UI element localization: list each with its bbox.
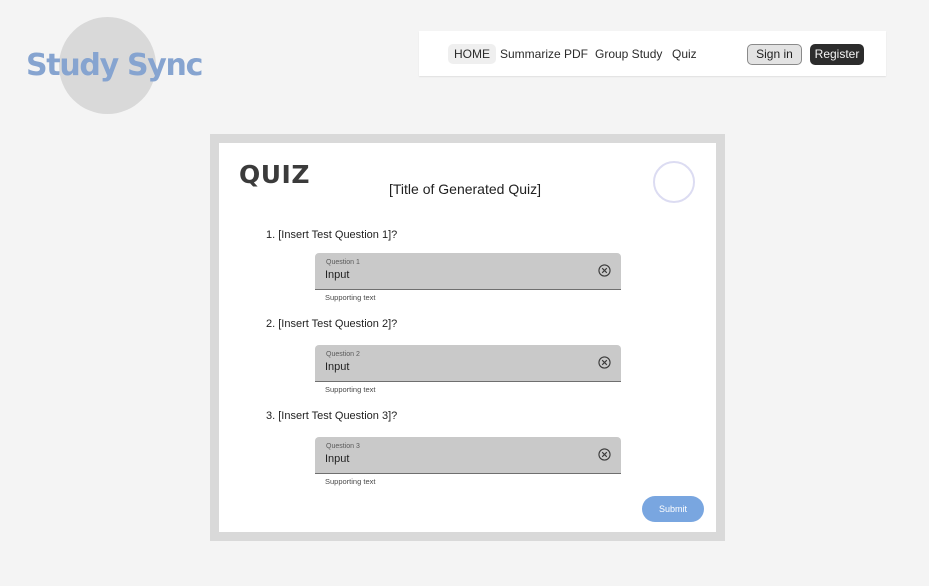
logo-text: Study Sync [26, 48, 203, 83]
question-3-field[interactable]: Question 3 [315, 437, 621, 474]
top-navbar: HOME Summarize PDF Group Study Quiz Sign… [419, 31, 886, 76]
close-circle-icon[interactable] [598, 448, 611, 461]
question-2-input[interactable] [325, 361, 585, 373]
close-circle-icon[interactable] [598, 356, 611, 369]
quiz-frame: QUIZ [Title of Generated Quiz] 1. [Inser… [210, 134, 725, 541]
submit-button[interactable]: Submit [642, 496, 704, 522]
question-1-field[interactable]: Question 1 [315, 253, 621, 290]
question-1-input[interactable] [325, 269, 585, 281]
question-1-supporting-text: Supporting text [325, 293, 376, 302]
nav-summarize-pdf[interactable]: Summarize PDF [500, 44, 588, 64]
question-2-field-label: Question 2 [326, 351, 360, 358]
question-3-text: 3. [Insert Test Question 3]? [266, 410, 398, 422]
question-2-field[interactable]: Question 2 [315, 345, 621, 382]
quiz-heading: QUIZ [239, 160, 310, 189]
logo[interactable]: Study Sync [26, 17, 203, 117]
question-2-text: 2. [Insert Test Question 2]? [266, 318, 398, 330]
nav-group-study[interactable]: Group Study [595, 44, 662, 64]
register-button[interactable]: Register [810, 44, 864, 65]
timer-ring-icon [653, 161, 695, 203]
quiz-title: [Title of Generated Quiz] [389, 181, 541, 197]
sign-in-button[interactable]: Sign in [747, 44, 802, 65]
question-3-supporting-text: Supporting text [325, 477, 376, 486]
question-1-field-label: Question 1 [326, 259, 360, 266]
close-circle-icon[interactable] [598, 264, 611, 277]
question-3-input[interactable] [325, 453, 585, 465]
question-1-text: 1. [Insert Test Question 1]? [266, 229, 398, 241]
nav-quiz[interactable]: Quiz [672, 44, 697, 64]
question-3-field-label: Question 3 [326, 443, 360, 450]
nav-home[interactable]: HOME [448, 44, 496, 64]
question-2-supporting-text: Supporting text [325, 385, 376, 394]
quiz-card: QUIZ [Title of Generated Quiz] 1. [Inser… [219, 143, 716, 532]
